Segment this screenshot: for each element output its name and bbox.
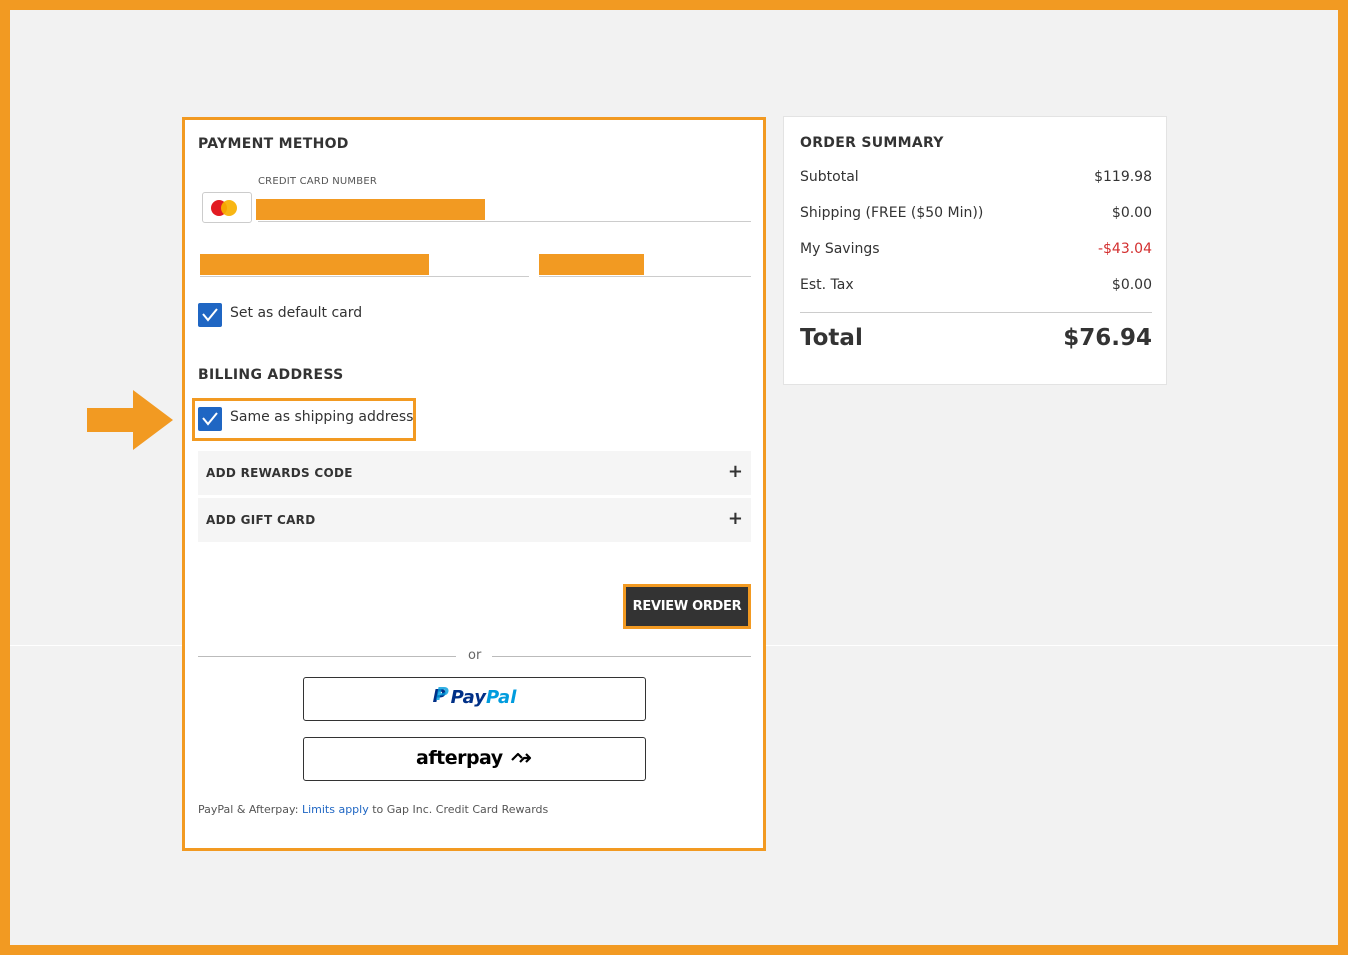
- expiration-input[interactable]: [200, 254, 429, 275]
- afterpay-loop-icon: [511, 752, 532, 763]
- payment-panel: PAYMENT METHOD CREDIT CARD NUMBER Set as…: [182, 117, 766, 851]
- default-card-checkbox[interactable]: [198, 303, 222, 327]
- add-gift-card-accordion[interactable]: ADD GIFT CARD +: [198, 498, 751, 542]
- plus-icon: +: [727, 508, 743, 529]
- review-order-button[interactable]: REVIEW ORDER: [626, 587, 748, 626]
- or-text: or: [468, 648, 482, 663]
- billing-address-title: BILLING ADDRESS: [198, 367, 344, 383]
- payment-method-title: PAYMENT METHOD: [198, 136, 349, 152]
- plus-icon: +: [727, 461, 743, 482]
- afterpay-button[interactable]: afterpay: [303, 737, 646, 781]
- same-as-shipping-label: Same as shipping address: [230, 409, 414, 425]
- annotation-arrow-billing: [87, 390, 173, 450]
- cvv-input[interactable]: [539, 254, 644, 275]
- order-summary-panel: ORDER SUMMARY Subtotal $119.98 Shipping (…: [783, 116, 1167, 385]
- order-summary-title: ORDER SUMMARY: [800, 135, 944, 151]
- page-canvas: PAYMENT METHOD CREDIT CARD NUMBER Set as…: [10, 10, 1338, 945]
- mastercard-icon: [202, 192, 252, 223]
- total-value: $76.94: [1063, 325, 1152, 351]
- paypal-button[interactable]: P P PayPal: [303, 677, 646, 721]
- cvv-underline: [539, 276, 751, 277]
- total-label: Total: [800, 325, 863, 351]
- checkmark-icon: [202, 412, 218, 426]
- default-card-label: Set as default card: [230, 305, 363, 321]
- add-rewards-code-accordion[interactable]: ADD REWARDS CODE +: [198, 451, 751, 495]
- checkmark-icon: [202, 308, 218, 322]
- add-gift-card-label: ADD GIFT CARD: [206, 513, 316, 527]
- review-order-highlight: REVIEW ORDER: [623, 584, 751, 629]
- card-number-underline: [258, 221, 751, 222]
- limits-apply-link[interactable]: Limits apply: [302, 803, 369, 816]
- same-as-shipping-checkbox[interactable]: [198, 407, 222, 431]
- summary-separator: [800, 312, 1152, 313]
- expiration-underline: [200, 276, 529, 277]
- add-rewards-code-label: ADD REWARDS CODE: [206, 466, 353, 480]
- or-divider: or: [198, 646, 751, 666]
- footnote: PayPal & Afterpay: Limits apply to Gap I…: [198, 803, 549, 816]
- credit-card-number-label: CREDIT CARD NUMBER: [258, 176, 377, 187]
- credit-card-number-input[interactable]: [256, 199, 485, 220]
- paypal-icon: PP: [432, 684, 449, 707]
- paypal-logo: P P PayPal: [432, 684, 517, 709]
- afterpay-logo: afterpay: [416, 747, 533, 769]
